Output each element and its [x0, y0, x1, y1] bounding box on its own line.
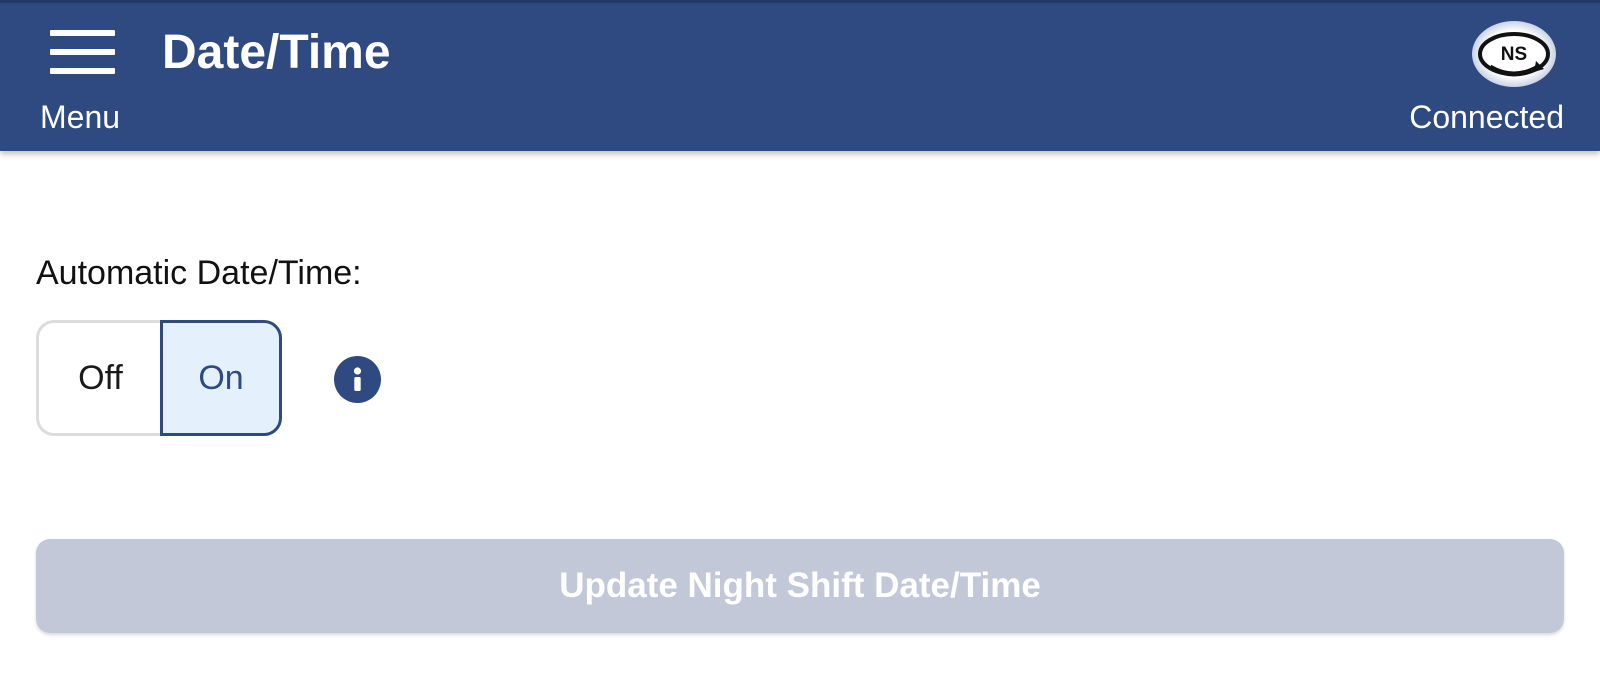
connection-status-label: Connected [1409, 99, 1564, 135]
automatic-date-time-toggle: Off On [36, 320, 282, 436]
toggle-on-option[interactable]: On [160, 320, 282, 436]
menu-label: Menu [40, 99, 121, 135]
toggle-off-option[interactable]: Off [36, 320, 162, 436]
ns-logo-icon: NS [1470, 19, 1558, 89]
app-header: Menu Date/Time NS Connected [0, 0, 1600, 151]
date-time-screen: Menu Date/Time NS Connected Automatic Da… [0, 0, 1600, 691]
menu-button[interactable]: Menu [30, 17, 140, 147]
page-title: Date/Time [162, 26, 391, 79]
info-icon[interactable] [334, 356, 381, 403]
svg-text:NS: NS [1501, 44, 1527, 65]
hamburger-icon [50, 30, 115, 75]
update-night-shift-date-time-button[interactable]: Update Night Shift Date/Time [36, 539, 1564, 633]
connection-status[interactable]: NS Connected [1374, 17, 1564, 147]
automatic-date-time-label: Automatic Date/Time: [36, 254, 362, 292]
